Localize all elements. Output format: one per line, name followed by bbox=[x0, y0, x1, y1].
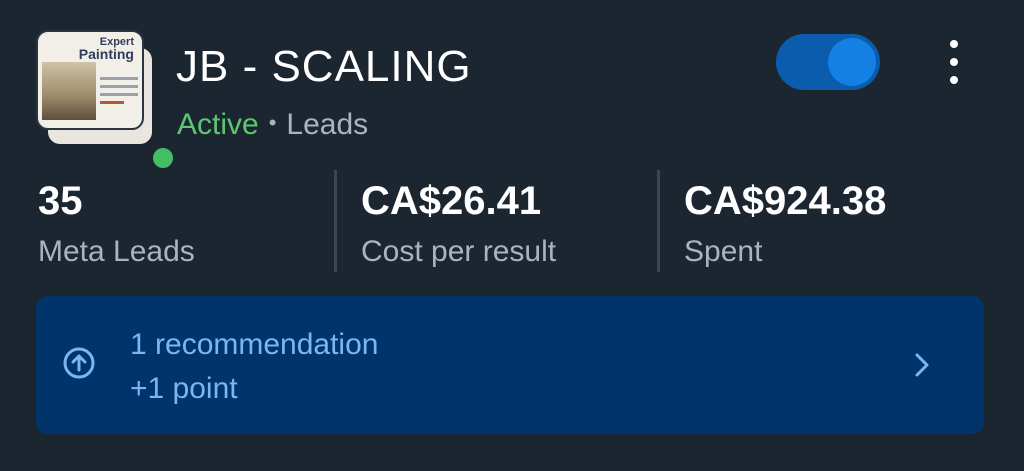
metric-value: 35 bbox=[38, 179, 83, 223]
metric-results[interactable]: 35 Meta Leads bbox=[38, 176, 195, 272]
metric-label: Meta Leads bbox=[38, 235, 195, 268]
recommendation-points: +1 point bbox=[130, 372, 238, 405]
thumbnail-photo bbox=[42, 62, 96, 120]
metric-value: CA$26.41 bbox=[361, 179, 542, 223]
recommendation-banner[interactable]: 1 recommendation +1 point bbox=[36, 296, 984, 434]
metric-cost-per-result[interactable]: CA$26.41 Cost per result bbox=[361, 176, 556, 272]
campaign-status-line: Active • Leads bbox=[177, 108, 368, 142]
ad-thumbnail[interactable]: Expert Painting bbox=[36, 30, 178, 173]
toggle-knob bbox=[828, 38, 876, 86]
campaign-toggle[interactable] bbox=[776, 34, 880, 90]
arrow-up-circle-icon bbox=[63, 347, 95, 379]
separator-dot: • bbox=[268, 110, 277, 135]
chevron-right-icon bbox=[915, 353, 929, 377]
metric-spent[interactable]: CA$924.38 Spent bbox=[684, 176, 886, 272]
objective-label: Leads bbox=[286, 108, 369, 141]
status-label: Active bbox=[177, 108, 259, 141]
metric-divider bbox=[334, 170, 337, 272]
status-dot-icon bbox=[148, 143, 178, 173]
thumbnail-line2: Painting bbox=[78, 46, 134, 62]
metric-label: Cost per result bbox=[361, 235, 557, 268]
thumbnail-text-lines bbox=[100, 72, 138, 109]
metric-label: Spent bbox=[684, 235, 763, 268]
metric-value: CA$924.38 bbox=[684, 179, 887, 223]
campaign-name[interactable]: JB - SCALING bbox=[176, 42, 472, 92]
metric-divider bbox=[657, 170, 660, 272]
recommendation-title: 1 recommendation bbox=[130, 328, 379, 361]
more-vertical-icon[interactable] bbox=[940, 40, 968, 84]
thumbnail-heading: Expert Painting bbox=[74, 36, 134, 62]
thumbnail-image: Expert Painting bbox=[36, 30, 144, 130]
